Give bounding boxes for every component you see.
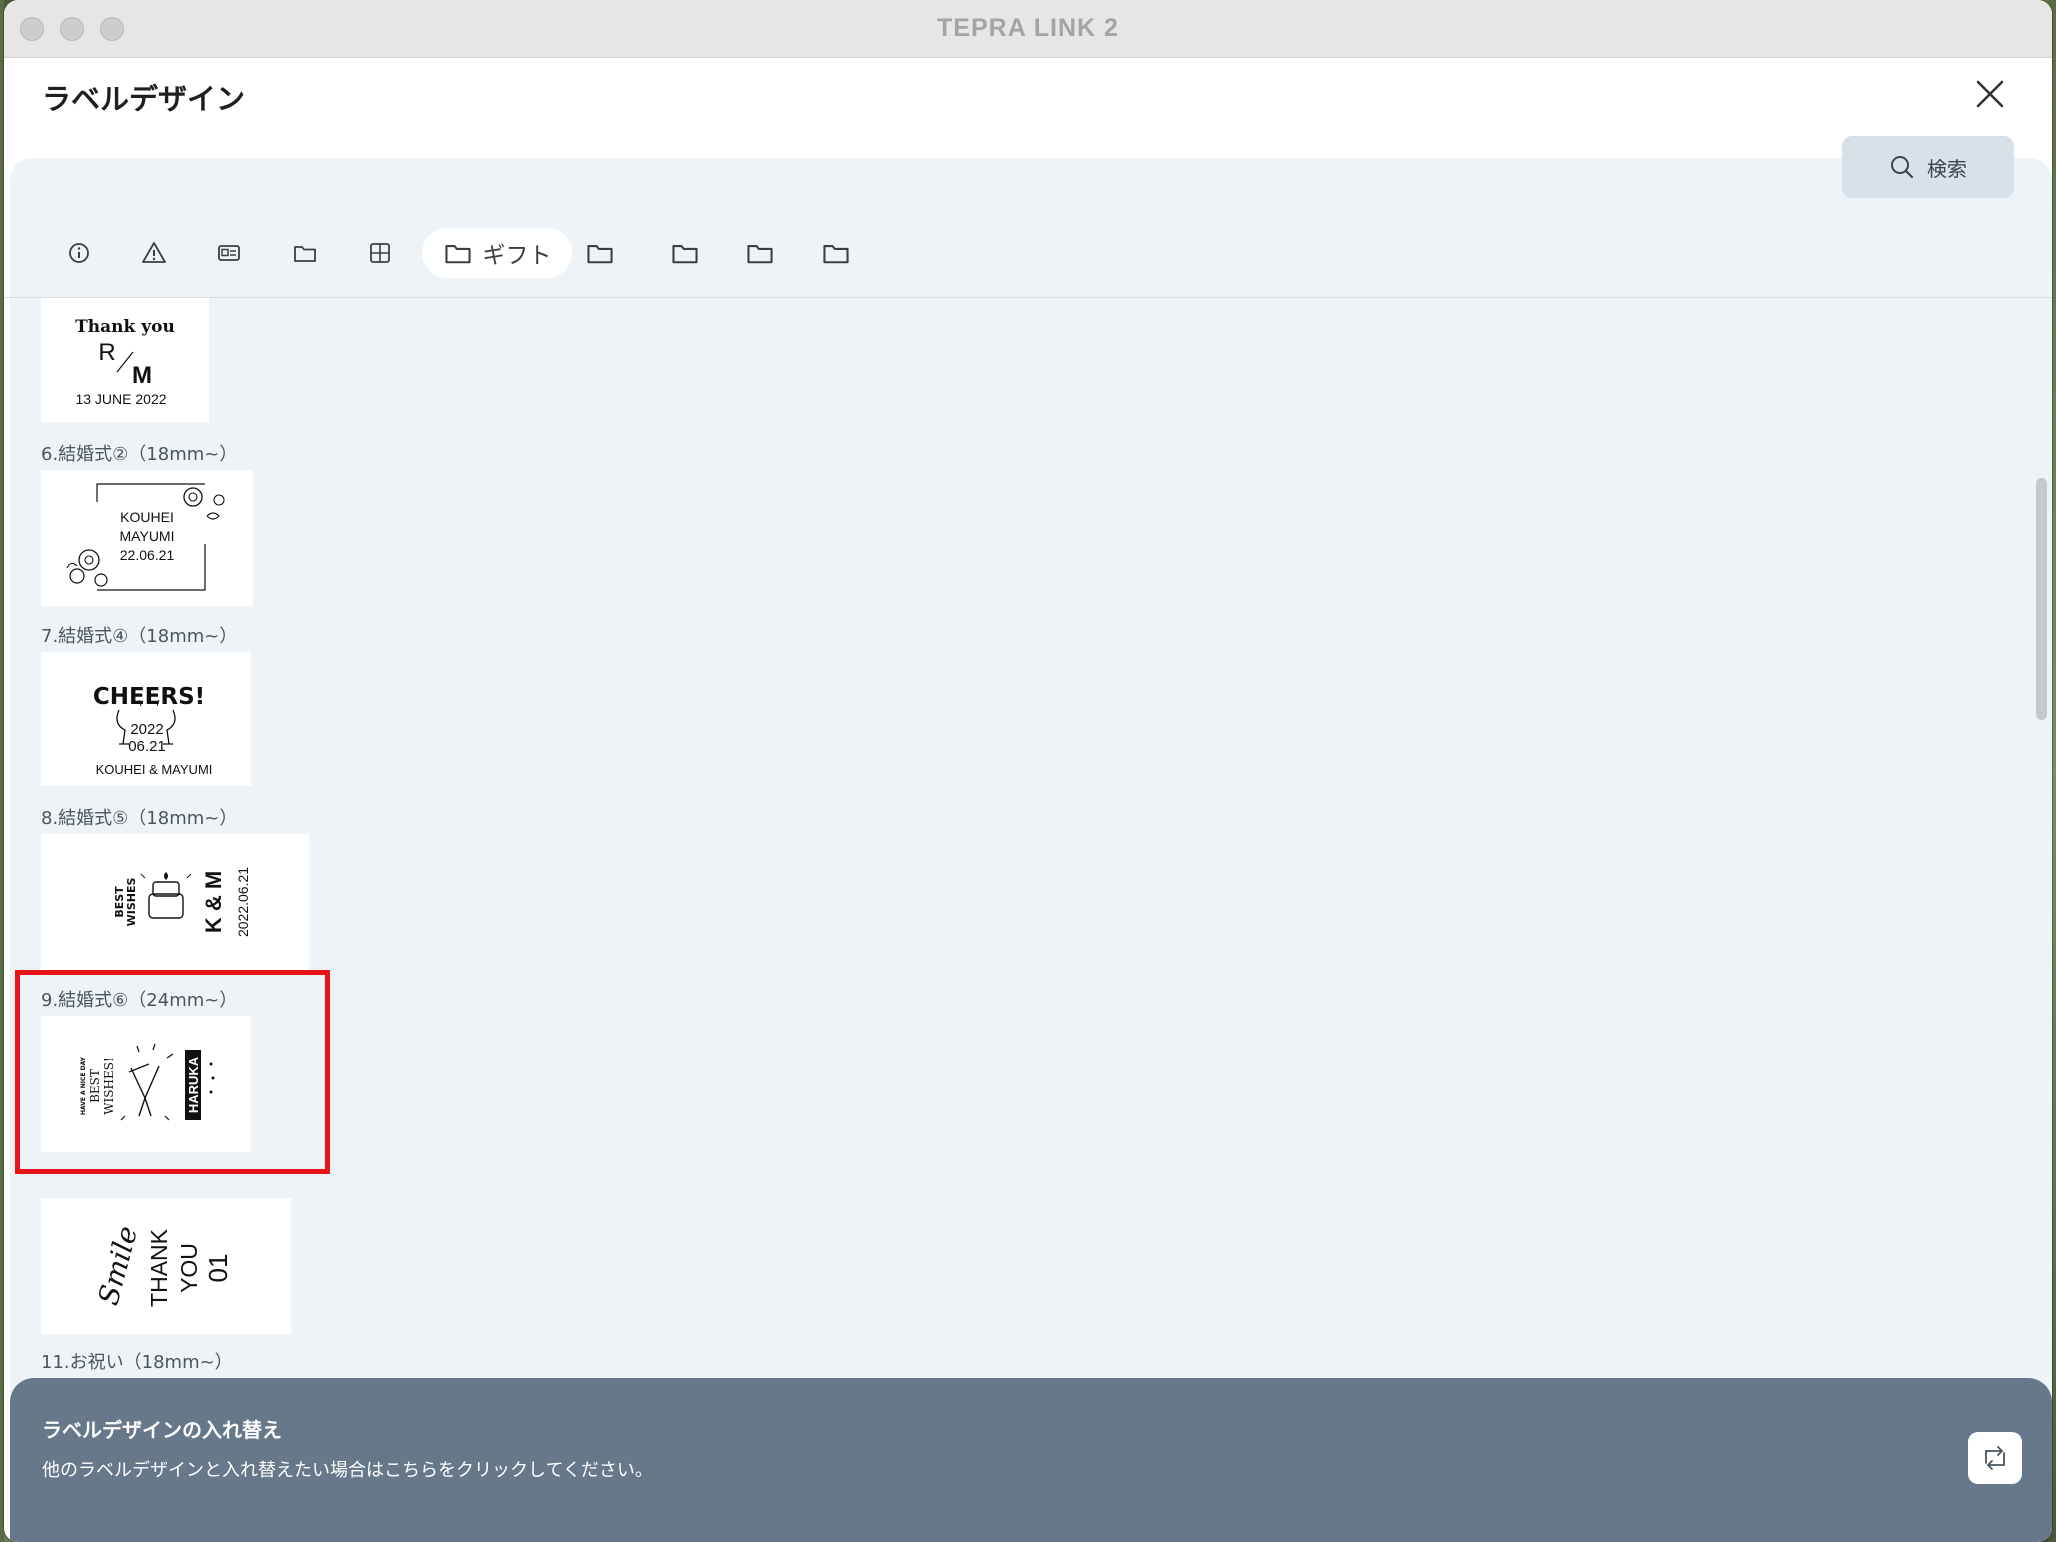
info-icon: [69, 243, 89, 263]
preview-text: R: [98, 339, 115, 366]
preview-text: 2022: [130, 721, 163, 738]
tab-gift-label: ギフト: [482, 243, 552, 269]
swap-icon: [1985, 1446, 2005, 1470]
preview-text: HAVE A NICE DAY: [80, 1056, 87, 1115]
preview-text: CHEERS!: [93, 684, 205, 710]
preview-text: 22.06.21: [120, 547, 175, 563]
label-preview: CHEERS! 2022 06.21 KOUHEI & MAYUMI: [93, 684, 213, 777]
toast-glasses-icon: [120, 1043, 174, 1121]
tab-folder-2[interactable]: [575, 228, 625, 278]
category-tabs: ギフト: [4, 210, 2052, 298]
warning-icon: [142, 242, 166, 263]
folder-icon: [444, 245, 471, 264]
close-icon: [1976, 80, 2004, 108]
tab-warning[interactable]: [129, 228, 179, 278]
design-card-wedding-5[interactable]: BEST WISHES K & M 2022.06.21: [41, 834, 309, 970]
preview-text: 2022.06.21: [235, 867, 251, 937]
tab-folder-5[interactable]: [811, 228, 861, 278]
tab-info[interactable]: [54, 228, 104, 278]
preview-text: HARUKA: [186, 1056, 201, 1113]
tab-gift[interactable]: ギフト: [422, 228, 572, 278]
grid-icon: [370, 243, 390, 263]
section-label: 7.結婚式④（18mm~）: [41, 626, 238, 647]
preview-text: KOUHEI: [120, 509, 174, 525]
tab-folder-3[interactable]: [660, 228, 710, 278]
preview-text: K & M: [201, 871, 226, 933]
preview-text: M: [132, 362, 152, 389]
scrollbar-thumb[interactable]: [2036, 478, 2047, 720]
swap-design-button[interactable]: [1968, 1432, 2022, 1484]
app-window: TEPRA LINK 2 ラベルデザイン 検索 ギフト Thank you R …: [4, 0, 2052, 1542]
design-card-thankyou[interactable]: Thank you R M 13 JUNE 2022: [41, 298, 209, 422]
flower-icon: [66, 549, 108, 587]
preview-text: MAYUMI: [120, 528, 175, 544]
tab-folder-4[interactable]: [735, 228, 785, 278]
label-preview: Thank you R M 13 JUNE 2022: [75, 317, 175, 407]
folder-icon: [294, 246, 316, 262]
flower-icon: [183, 487, 225, 520]
search-button[interactable]: 検索: [1842, 136, 2014, 198]
title-bar: TEPRA LINK 2: [4, 0, 2052, 58]
label-preview: HAVE A NICE DAY BEST WISHES! HARUKA: [80, 1043, 215, 1121]
folder-icon: [672, 245, 698, 264]
folder-icon: [747, 245, 773, 264]
preview-text: 13 JUNE 2022: [75, 391, 166, 407]
close-button[interactable]: [1970, 74, 2010, 114]
banner-description: 他のラベルデザインと入れ替えたい場合はこちらをクリックしてください。: [42, 1460, 653, 1481]
preview-text: YOU: [176, 1243, 202, 1293]
section-label: 9.結婚式⑥（24mm~）: [41, 990, 238, 1011]
section-label: 11.お祝い（18mm~）: [41, 1352, 233, 1373]
preview-text: WISHES: [125, 878, 138, 927]
tab-folder-1[interactable]: [280, 228, 330, 278]
cake-icon: [140, 872, 192, 919]
tab-name-card[interactable]: [204, 228, 254, 278]
preview-text: 01: [203, 1254, 233, 1283]
label-preview: Smile THANK YOU 01: [92, 1223, 233, 1309]
label-preview: BEST WISHES K & M 2022.06.21: [113, 867, 251, 937]
window-title: TEPRA LINK 2: [937, 14, 1119, 42]
section-label: 8.結婚式⑤（18mm~）: [41, 808, 238, 829]
tab-grid[interactable]: [355, 228, 405, 278]
dialog-header: ラベルデザイン: [4, 58, 2052, 158]
preview-text: Thank you: [75, 317, 175, 337]
folder-icon: [823, 245, 849, 264]
search-label: 検索: [1927, 156, 1967, 181]
design-card-wedding-4[interactable]: CHEERS! 2022 06.21 KOUHEI & MAYUMI: [41, 652, 251, 786]
search-icon: [1891, 156, 1914, 179]
folder-icon: [587, 245, 613, 264]
preview-text: THANK: [146, 1228, 172, 1307]
preview-text: WISHES!: [102, 1057, 116, 1115]
swap-design-banner: ラベルデザインの入れ替え 他のラベルデザインと入れ替えたい場合はこちらをクリック…: [10, 1378, 2052, 1542]
design-card-smile[interactable]: Smile THANK YOU 01: [41, 1198, 291, 1334]
design-card-wedding-2[interactable]: KOUHEI MAYUMI 22.06.21: [41, 470, 253, 606]
id-card-icon: [218, 245, 240, 261]
preview-text: BEST: [88, 1069, 102, 1103]
design-card-wedding-6[interactable]: HAVE A NICE DAY BEST WISHES! HARUKA: [41, 1016, 251, 1152]
page-title: ラベルデザイン: [42, 82, 246, 116]
section-label: 6.結婚式②（18mm~）: [41, 444, 238, 465]
preview-text: 06.21: [128, 738, 166, 755]
label-preview: KOUHEI MAYUMI 22.06.21: [66, 483, 225, 591]
design-list: Thank you R M 13 JUNE 2022 6.結婚式②（18mm~）: [4, 298, 2052, 1378]
preview-text: KOUHEI & MAYUMI: [96, 762, 213, 777]
preview-text: Smile: [92, 1223, 145, 1309]
banner-title: ラベルデザインの入れ替え: [42, 1418, 282, 1442]
